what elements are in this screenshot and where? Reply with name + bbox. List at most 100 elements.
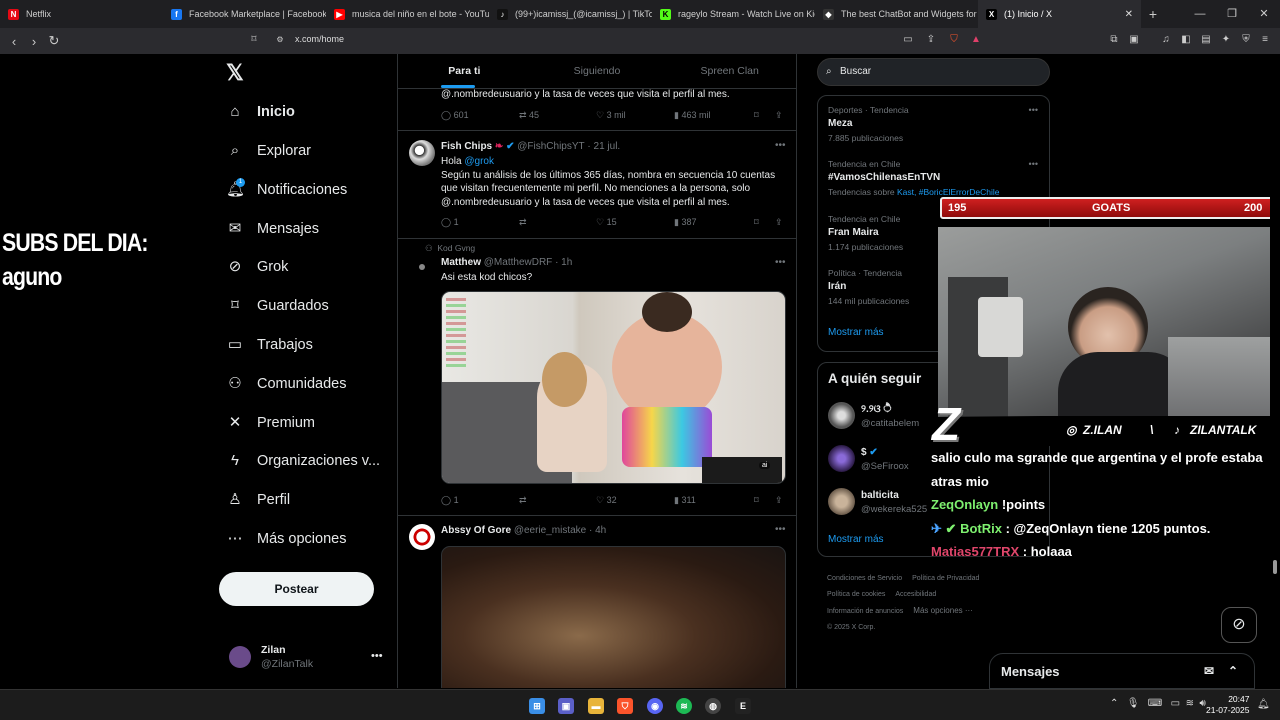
tab-x-home[interactable]: X (1) Inicio / X ✕: [978, 0, 1141, 28]
account-switcher[interactable]: Zilan @ZilanTalk •••: [229, 644, 389, 674]
keyboard-icon[interactable]: ⌨: [1148, 698, 1162, 709]
brave-rewards-icon[interactable]: ▲: [970, 34, 982, 46]
nav-explorar[interactable]: ⌕ Explorar: [226, 136, 311, 166]
obs-icon[interactable]: ◍: [705, 698, 721, 714]
post-button[interactable]: Postear: [219, 572, 374, 606]
more-icon[interactable]: •••: [1029, 159, 1038, 169]
nav-mas-opciones[interactable]: ⋯ Más opciones: [226, 524, 347, 554]
bookmark-icon[interactable]: ⌑: [754, 217, 759, 228]
tab-botrix[interactable]: ◆The best ChatBot and Widgets for Kick: [815, 0, 978, 28]
tab-tiktok[interactable]: ♪ (99+)icamissj_(@icamissj_) | TikTok: [489, 0, 652, 28]
like-icon[interactable]: ♡ 3 mil: [596, 110, 626, 121]
forward-arrow-icon[interactable]: ›: [24, 34, 44, 49]
avatar[interactable]: [419, 264, 425, 270]
volume-icon[interactable]: 🔊︎: [1200, 698, 1206, 709]
more-icon[interactable]: •••: [775, 140, 786, 151]
share-icon[interactable]: ⇪: [775, 217, 783, 228]
views-icon[interactable]: ▮ 463 mil: [674, 110, 710, 121]
share-icon[interactable]: ⇪: [775, 495, 783, 506]
file-explorer-icon[interactable]: ▬: [588, 698, 604, 714]
reply-icon[interactable]: ◯ 1: [441, 217, 459, 228]
nav-organizaciones[interactable]: ϟ Organizaciones v...: [226, 446, 380, 476]
more-icon[interactable]: •••: [775, 524, 786, 535]
show-more-follow-link[interactable]: Mostrar más: [828, 534, 884, 545]
nav-mensajes[interactable]: ✉ Mensajes: [226, 214, 319, 244]
tab-siguiendo[interactable]: Siguiendo: [531, 54, 664, 88]
retweet-icon[interactable]: ⇄ 45: [519, 110, 539, 121]
sidebar-toggle-icon[interactable]: ◧: [1180, 34, 1192, 46]
tab-youtube[interactable]: ▶ musica del niño en el bote - YouTube: [326, 0, 489, 28]
views-icon[interactable]: ▮ 311: [674, 495, 696, 506]
scrollbar[interactable]: [1270, 54, 1280, 688]
like-icon[interactable]: ♡ 15: [596, 217, 617, 228]
tweet[interactable]: Abssy Of Gore @eerie_mistake · 4h •••: [398, 516, 796, 688]
maximize-icon[interactable]: ❐: [1216, 0, 1248, 28]
tweet-author[interactable]: Matthew: [441, 257, 481, 268]
notifications-bell-icon[interactable]: 🔔︎: [1257, 699, 1270, 710]
reply-icon[interactable]: ◯ 601: [441, 110, 469, 121]
system-clock[interactable]: 20:47 21-07-2025: [1206, 694, 1249, 716]
avatar[interactable]: [409, 524, 435, 550]
more-icon[interactable]: •••: [1029, 105, 1038, 115]
x-logo-icon[interactable]: 𝕏: [226, 62, 248, 84]
tab-facebook[interactable]: f Facebook Marketplace | Facebook: [163, 0, 326, 28]
wifi-icon[interactable]: ≋: [1186, 698, 1194, 709]
brave-icon[interactable]: ⛉: [617, 698, 633, 714]
bookmark-icon[interactable]: ⌑: [754, 110, 759, 121]
show-more-trends-link[interactable]: Mostrar más: [828, 327, 884, 338]
views-icon[interactable]: ▮ 387: [674, 217, 696, 228]
avatar[interactable]: [409, 140, 435, 166]
tweet[interactable]: ⚇ Kod Gvng Matthew @MatthewDRF · 1h ••• …: [398, 239, 796, 516]
tab-para-ti[interactable]: Para ti: [398, 54, 531, 88]
retweet-icon[interactable]: ⇄: [519, 495, 527, 506]
new-message-icon[interactable]: ✉: [1204, 664, 1214, 678]
tab-netflix[interactable]: N Netflix: [0, 0, 163, 28]
cast-icon[interactable]: ▭: [902, 34, 914, 46]
bookmark-icon[interactable]: ⌑: [754, 495, 759, 506]
search-input[interactable]: ⌕ Buscar: [817, 58, 1050, 86]
nav-trabajos[interactable]: ▭ Trabajos: [226, 330, 313, 360]
messages-drawer[interactable]: Mensajes ✉ ⌃: [989, 653, 1255, 689]
media-icon[interactable]: ♫: [1160, 34, 1172, 46]
leo-ai-icon[interactable]: ✦: [1220, 34, 1232, 46]
reply-icon[interactable]: ◯ 1: [441, 495, 459, 506]
tweet-image[interactable]: [441, 546, 786, 688]
trend-item[interactable]: Deportes · Tendencia Meza 7.885 publicac…: [828, 105, 1038, 143]
extensions-icon[interactable]: ⧉: [1108, 34, 1120, 46]
site-info-icon[interactable]: ⚙: [274, 34, 286, 46]
bookmark-page-icon[interactable]: ⌑: [248, 34, 260, 46]
tweet-author[interactable]: Abssy Of Gore: [441, 525, 511, 536]
like-icon[interactable]: ♡ 32: [596, 495, 617, 506]
tab-spreen-clan[interactable]: Spreen Clan: [663, 54, 796, 88]
chevron-up-icon[interactable]: ⌃: [1110, 698, 1118, 709]
nav-premium[interactable]: ✕ Premium: [226, 408, 315, 438]
menu-icon[interactable]: ≡: [1259, 34, 1271, 46]
new-tab-button[interactable]: +: [1141, 6, 1165, 22]
more-icon[interactable]: •••: [775, 257, 786, 268]
back-arrow-icon[interactable]: ‹: [4, 34, 24, 49]
scrollbar-thumb[interactable]: [1273, 560, 1277, 574]
share-icon[interactable]: ⇪: [775, 110, 783, 121]
minimize-icon[interactable]: —: [1184, 0, 1216, 28]
nav-comunidades[interactable]: ⚇ Comunidades: [226, 369, 346, 399]
nav-perfil[interactable]: ♙ Perfil: [226, 485, 290, 515]
grok-button[interactable]: ⊘: [1221, 607, 1257, 643]
expand-icon[interactable]: ⌃: [1228, 664, 1238, 678]
discord-icon[interactable]: ◉: [647, 698, 663, 714]
more-dots-icon[interactable]: •••: [371, 650, 383, 662]
nav-inicio[interactable]: ⌂ Inicio: [226, 97, 294, 127]
epic-games-icon[interactable]: E: [735, 698, 751, 714]
teams-icon[interactable]: ▣: [558, 698, 574, 714]
url-field[interactable]: x.com/home: [295, 34, 344, 44]
tweet[interactable]: Fish Chips ❧ ✔ @FishChipsYT · 21 jul. ••…: [398, 131, 796, 239]
wallet-icon[interactable]: ▣: [1128, 34, 1140, 46]
share-icon[interactable]: ⇪: [925, 34, 937, 46]
brave-shield-icon[interactable]: ⛉: [948, 34, 960, 46]
wallet2-icon[interactable]: ▤: [1200, 34, 1212, 46]
close-window-icon[interactable]: ✕: [1248, 0, 1280, 28]
nav-grok[interactable]: ⊘ Grok: [226, 252, 289, 282]
close-tab-icon[interactable]: ✕: [1125, 9, 1133, 20]
retweet-icon[interactable]: ⇄: [519, 217, 527, 228]
microphone-icon[interactable]: 🎙︎: [1127, 698, 1140, 709]
windows-start-icon[interactable]: ⊞: [529, 698, 545, 714]
